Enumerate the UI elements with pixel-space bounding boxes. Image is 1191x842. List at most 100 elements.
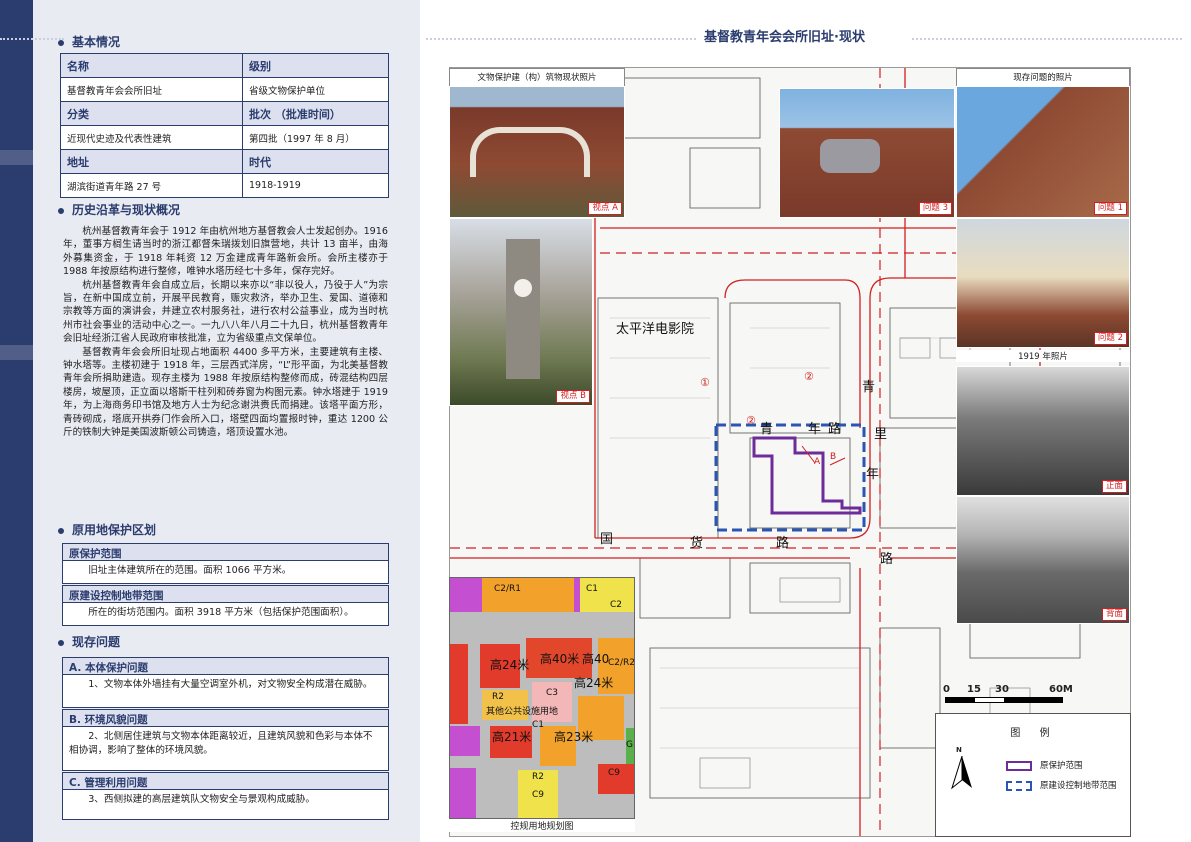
legend-swatch [1006,760,1032,771]
landuse-label: C1 [532,720,545,730]
landuse-label: 高24米 [574,676,614,690]
legend-label: 原建设控制地带范围 [1040,781,1117,791]
map-label-road: 里 [874,427,888,442]
history-paragraph: 基督教青年会会所旧址现占地面积 4400 多平方米，主要建筑有主楼、钟水塔等。主… [63,346,388,439]
landuse-label: 高40 [582,652,610,666]
photo-tag: 问题 3 [918,202,952,215]
map-label-cinema: 太平洋电影院 [616,322,695,337]
dotted-rule [0,38,64,40]
landuse-inset: C2/R1 C1 C2 高24米 高40米 高40 C2/R2 高24米 R2 … [449,577,635,819]
map-marker-2: ② [804,370,814,383]
photo-tag: 正面 [1101,480,1127,493]
landuse-label: 高23米 [554,730,594,744]
table-cell: 湖滨街道青年路 27 号 [60,173,243,198]
section-title-basic: 基本情况 [58,33,120,50]
issue-head: A. 本体保护问题 [62,657,389,675]
landuse-label: 高40米 [540,652,580,666]
photo-view-a: 视点 A [449,86,625,218]
issue-body: 1、文物本体外墙挂有大量空调室外机，对文物安全构成潜在威胁。 [62,675,389,708]
sidebar-notch [0,345,33,360]
map-block [609,77,761,139]
legend-item-control: 原建设控制地带范围 [1006,779,1117,791]
caption-current-photos: 文物保护建（构）筑物现状照片 [449,68,625,88]
zone-head: 原保护范围 [62,543,389,561]
table-row: 地址 时代 [60,149,389,174]
table-cell: 基督教青年会会所旧址 [60,77,243,102]
issue-body: 3、西侧拟建的高层建筑队文物安全与景观构成威胁。 [62,790,389,820]
table-row: 分类 批次 （批准时间） [60,101,389,126]
landuse-label: 高21米 [492,730,532,744]
sidebar-notch [0,150,33,165]
section-label: 原用地保护区划 [72,523,157,537]
photo-tag: 背面 [1101,608,1127,621]
landuse-label: C2/R2 [608,658,635,668]
history-paragraph: 杭州基督教青年会自成立后，长期以来亦以“非以役人，乃役于人”为宗旨，在新中国成立… [63,279,388,345]
photo-issue-3: 问题 3 [779,88,955,218]
photo-view-b: 视点 B [449,218,593,406]
bullet-icon [58,207,64,214]
bullet-icon [58,527,64,534]
legend-item-protect: 原保护范围 [1006,759,1083,771]
caption-1919-photos: 1919 年照片 [956,350,1130,362]
scale-tick: 15 [967,684,981,695]
north-arrow-icon [951,756,972,790]
basic-info-table: 名称 级别 基督教青年会会所旧址 省级文物保护单位 分类 批次 （批准时间） 近现代史… [60,53,389,198]
photo-tag: 问题 1 [1093,202,1127,215]
map-label-road: 国 [600,532,614,547]
tower-shape [506,239,540,379]
table-header-cell: 时代 [242,149,389,174]
page-title: 基督教青年会会所旧址·现状 [704,30,865,45]
landuse-parcel [450,726,480,756]
scale-bar: 0 15 30 60M [943,684,1075,712]
section-title-zones: 原用地保护区划 [58,521,156,538]
north-label: N [956,746,962,754]
map-marker-2: ② [746,414,756,427]
landuse-label: C1 [586,584,599,594]
scale-tick: 30 [995,684,1009,695]
arch-shape [470,127,590,177]
history-paragraph: 杭州基督教青年会于 1912 年由杭州地方基督教会人士发起创办。1916 年，董… [63,226,388,278]
legend-title: 图 例 [1010,728,1058,739]
issue-body: 2、北侧居住建筑与文物本体距离较近，且建筑风貌和色彩与本体不相协调，影响了整体的… [62,727,389,771]
map-label-road: 青 [760,422,774,437]
table-cell: 1918-1919 [242,173,389,198]
landuse-label: R2 [492,692,504,702]
map-label-road: 路 [776,536,790,551]
map-block [649,647,871,799]
table-row: 湖滨街道青年路 27 号 1918-1919 [60,173,389,198]
map-label-road: 路 [880,552,894,567]
sidebar-strip [0,0,33,842]
landuse-label: R2 [532,772,544,782]
landuse-label: G1 [626,740,634,750]
landuse-parcel [450,644,468,724]
map-marker-a: A [814,457,821,467]
map-block [689,147,761,209]
table-row: 基督教青年会会所旧址 省级文物保护单位 [60,77,389,102]
dotted-rule [426,38,696,40]
photo-issue-1: 问题 1 [956,86,1130,218]
photo-tag: 视点 A [588,202,622,215]
map-marker-b: B [830,452,837,462]
table-row: 名称 级别 [60,53,389,78]
caption-landuse: 控规用地规划图 [449,819,635,832]
map-label-road: 青 [862,380,876,395]
landuse-label: 高24米 [490,658,530,672]
bullet-icon [58,39,64,46]
landuse-label: C9 [608,768,621,778]
table-header-cell: 名称 [60,53,243,78]
scale-tick: 0 [943,684,950,695]
map-legend: 图 例 N 原保护范围 原建设控制地带范围 [935,713,1131,837]
zone-head: 原建设控制地带范围 [62,585,389,603]
section-title-history: 历史沿革与现状概况 [58,201,180,218]
map-block [749,562,851,614]
map-label-road: 年 [866,467,880,482]
table-header-cell: 地址 [60,149,243,174]
issue-head: C. 管理利用问题 [62,772,389,790]
landuse-label: C2/R1 [494,584,522,594]
table-cell: 近现代史迹及代表性建筑 [60,125,243,150]
map-label-road: 年 [808,422,822,437]
history-text: 杭州基督教青年会于 1912 年由杭州地方基督教会人士发起创办。1916 年，董… [63,225,388,440]
section-label: 历史沿革与现状概况 [72,203,181,217]
map-block [879,627,941,749]
legend-label: 原保护范围 [1040,761,1083,771]
